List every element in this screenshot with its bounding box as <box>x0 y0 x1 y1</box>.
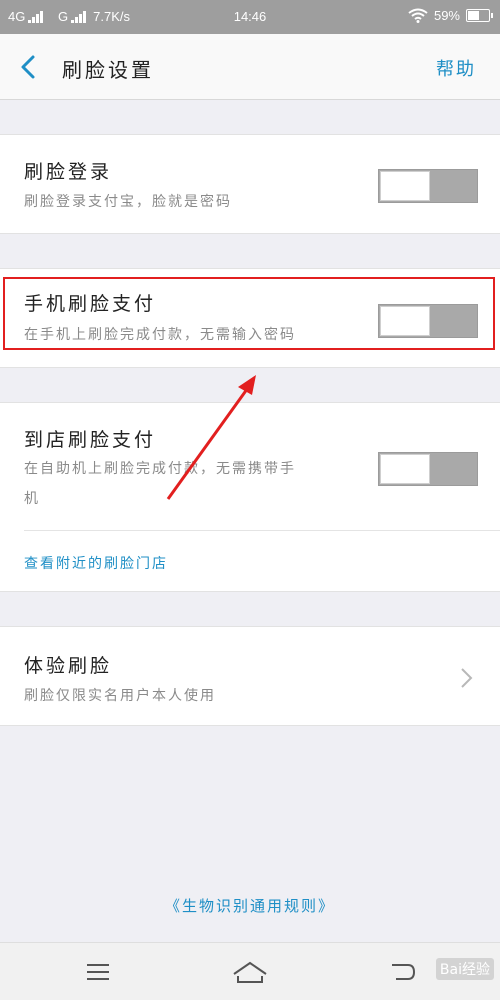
wifi-icon <box>408 8 428 23</box>
store-face-pay-toggle[interactable] <box>378 452 478 486</box>
phone-face-pay-toggle[interactable] <box>378 304 478 338</box>
system-nav-bar <box>0 942 500 1000</box>
phone-face-pay-section: 手机刷脸支付 在手机上刷脸完成付款，无需输入密码 <box>0 268 500 368</box>
menu-icon[interactable] <box>78 957 118 987</box>
try-face-section[interactable]: 体验刷脸 刷脸仅限实名用户本人使用 <box>0 626 500 726</box>
page-title: 刷脸设置 <box>62 58 154 82</box>
store-face-pay-subtitle-line2: 机 <box>24 491 40 507</box>
battery-icon <box>466 9 493 22</box>
battery-fill <box>468 11 480 20</box>
help-button[interactable]: 帮助 <box>436 55 476 81</box>
chevron-right-icon[interactable] <box>456 666 476 690</box>
annotation-arrow-icon <box>166 375 256 500</box>
toggle-knob <box>380 454 430 484</box>
toggle-knob <box>380 171 430 201</box>
biometric-rules-link[interactable]: 《生物识别通用规则》 <box>0 895 500 916</box>
face-login-subtitle: 刷脸登录支付宝，脸就是密码 <box>24 194 232 210</box>
store-face-pay-title: 到店刷脸支付 <box>24 429 157 451</box>
back-nav-icon[interactable] <box>382 957 422 987</box>
battery-percent: 59% <box>433 8 460 23</box>
watermark-logo: Bai经验 <box>435 958 494 980</box>
try-face-subtitle: 刷脸仅限实名用户本人使用 <box>24 688 216 704</box>
face-login-section: 刷脸登录 刷脸登录支付宝，脸就是密码 <box>0 134 500 234</box>
phone-face-pay-subtitle: 在手机上刷脸完成付款，无需输入密码 <box>24 327 296 343</box>
toggle-knob <box>380 306 430 336</box>
divider <box>24 530 500 531</box>
phone-face-pay-title: 手机刷脸支付 <box>24 293 157 315</box>
face-login-toggle[interactable] <box>378 169 478 203</box>
status-bar: 4G G 7.7K/s 14:46 59% <box>0 0 500 34</box>
nav-bar: 刷脸设置 帮助 <box>0 34 500 100</box>
nearby-stores-link[interactable]: 查看附近的刷脸门店 <box>24 553 168 573</box>
home-icon[interactable] <box>230 957 270 987</box>
try-face-title: 体验刷脸 <box>24 655 113 677</box>
face-login-title: 刷脸登录 <box>24 161 113 183</box>
status-right: 59% <box>408 8 493 23</box>
back-chevron-icon[interactable] <box>14 52 44 82</box>
